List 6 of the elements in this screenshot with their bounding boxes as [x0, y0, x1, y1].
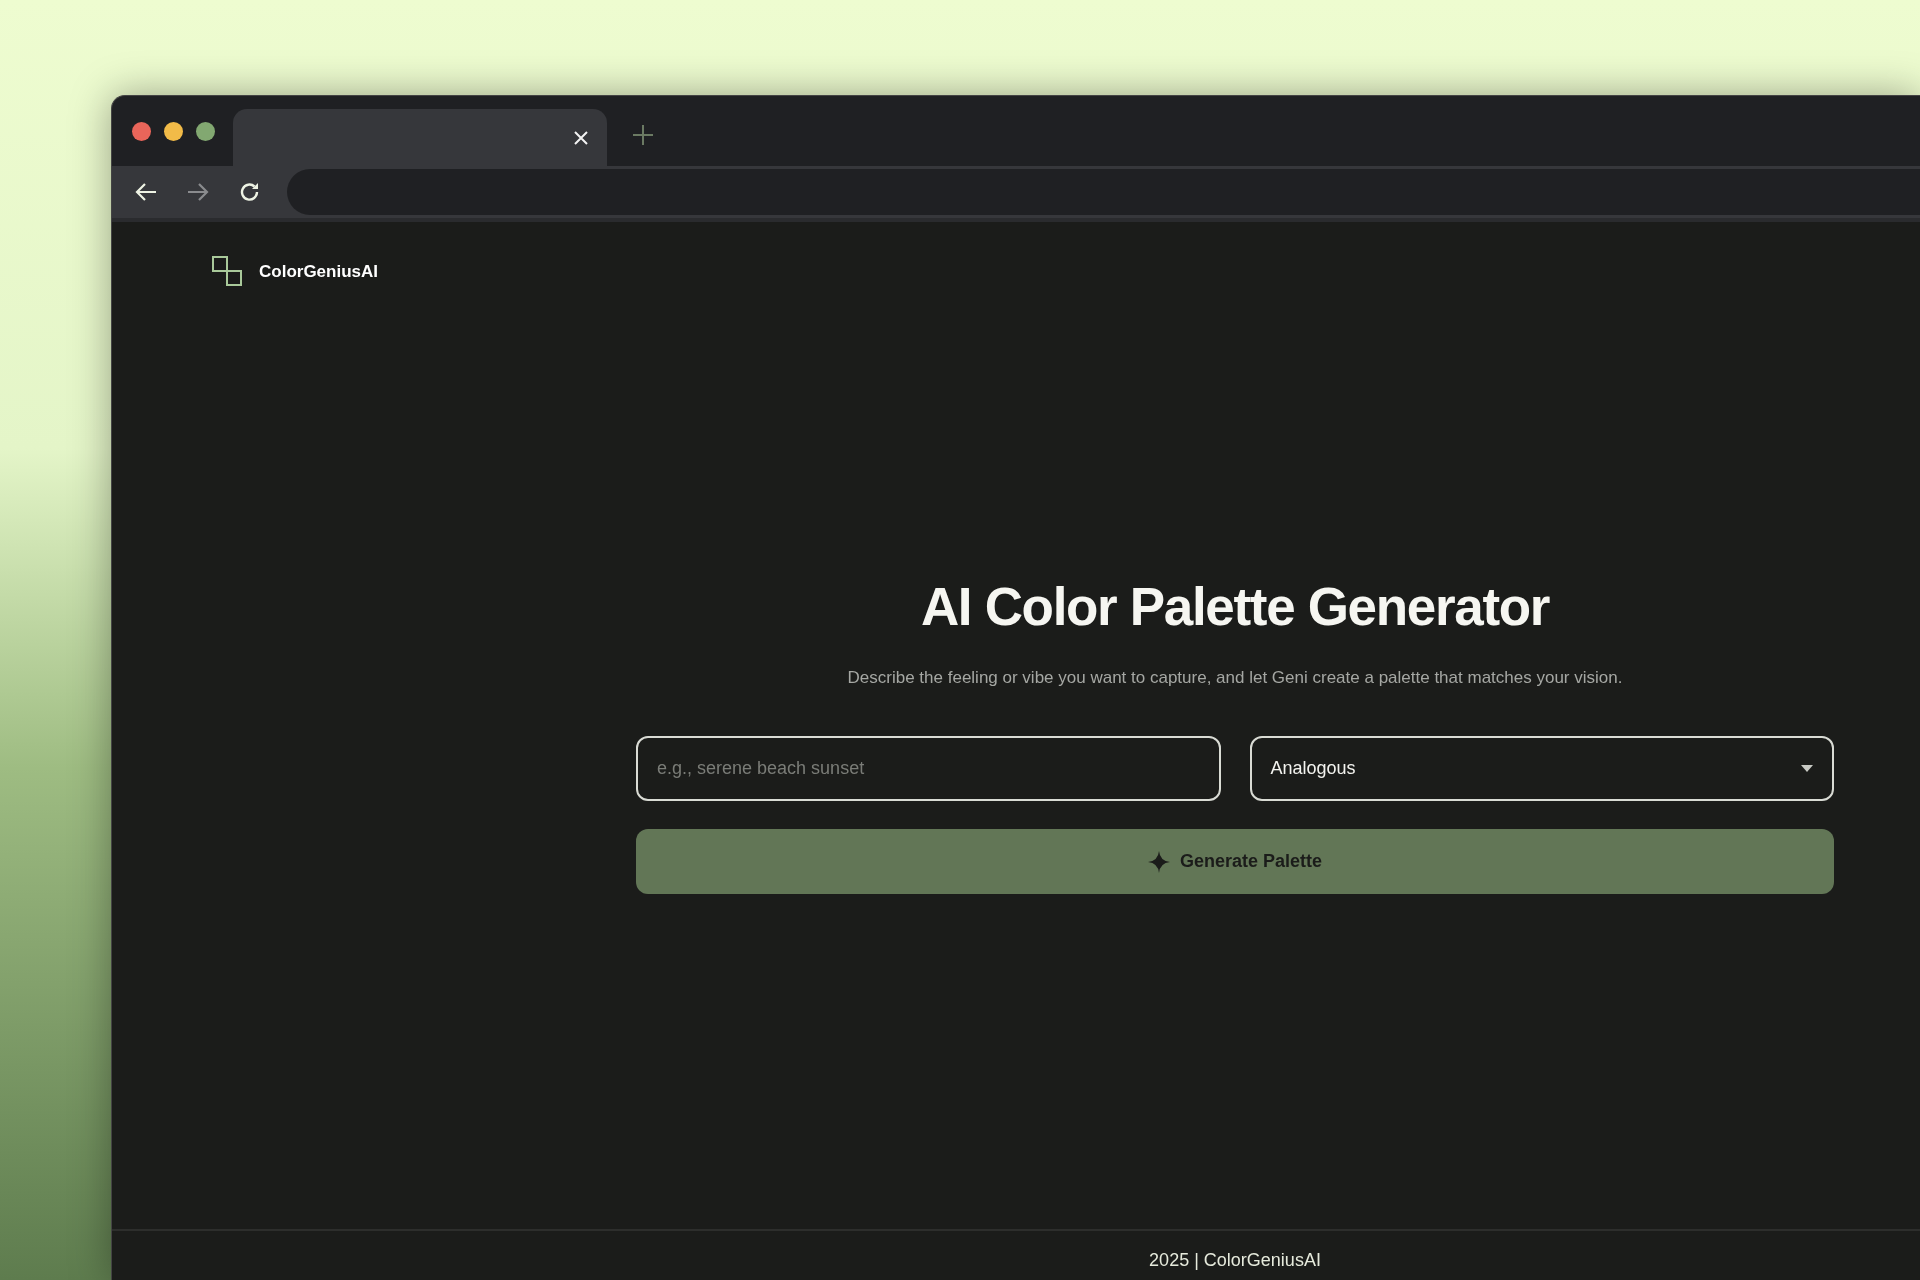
prompt-input-field[interactable]: e.g., serene beach sunset [636, 736, 1221, 801]
page-subtitle: Describe the feeling or vibe you want to capture, and let Geni create a palette that matches your vision. [847, 666, 1623, 689]
footer-text: 2025 | ColorGeniusAI [1149, 1249, 1321, 1272]
brand-name[interactable]: ColorGeniusAI [259, 258, 378, 285]
page-title: AI Color Palette Generator [920, 576, 1550, 638]
harmony-dropdown[interactable]: Analogous [1249, 736, 1834, 801]
